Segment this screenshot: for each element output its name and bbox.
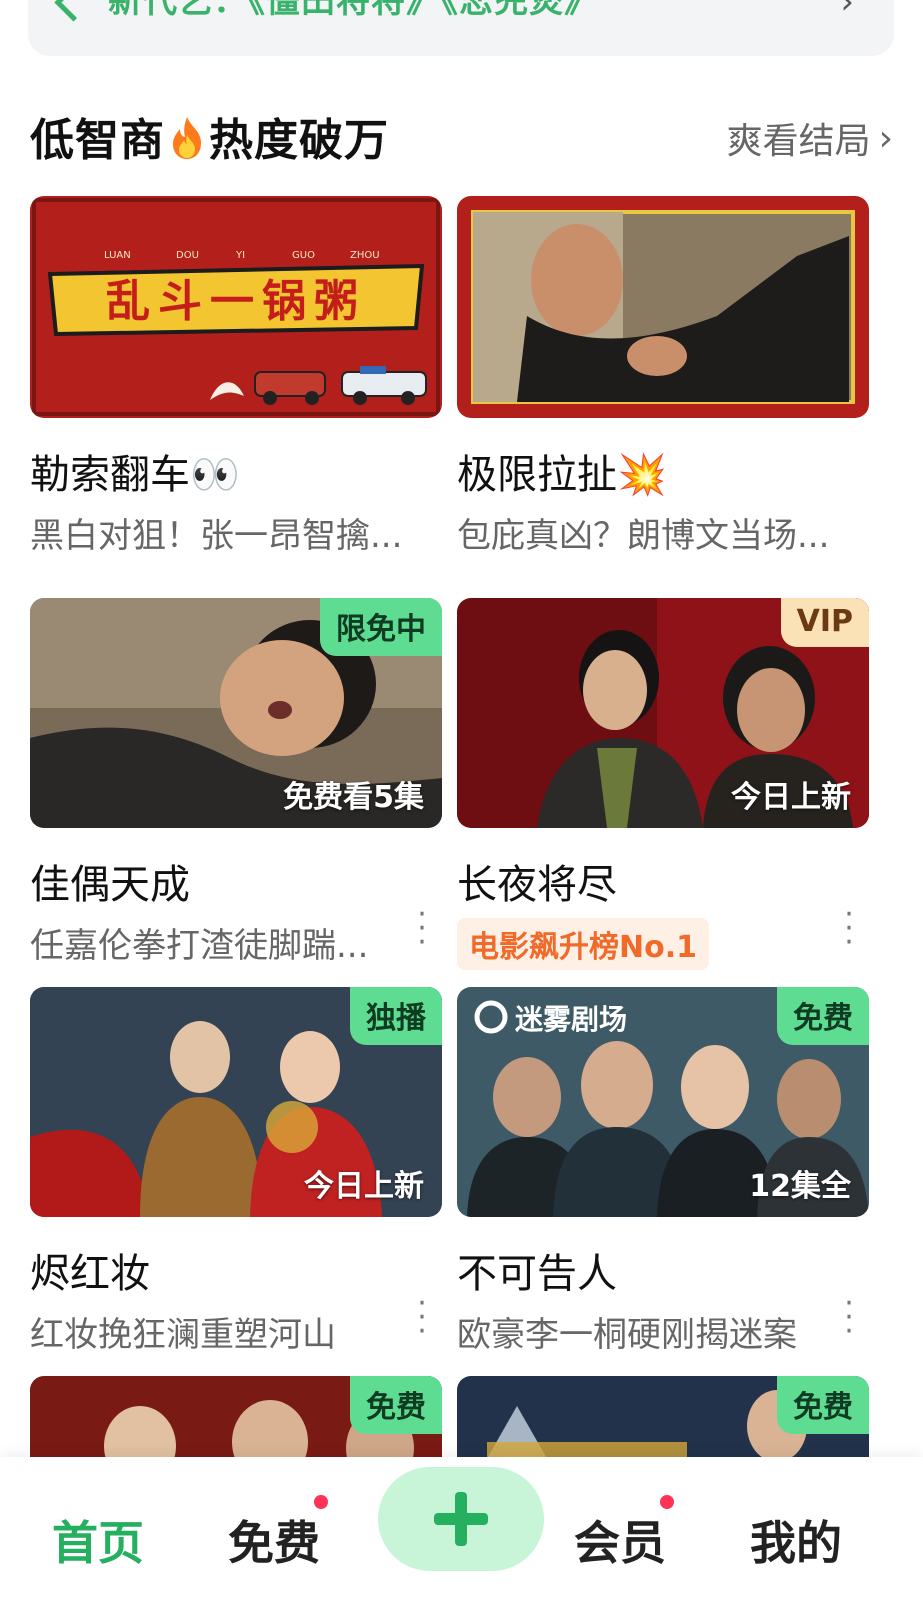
top-banner-text: 新代乞：《僵田将将》《恋兜煲》	[108, 0, 599, 21]
card-title: 不可告人	[457, 1251, 617, 1297]
more-options-icon[interactable]: · · ·	[829, 1289, 869, 1347]
chevron-right-icon: ›	[878, 117, 893, 159]
pinyin-label: YI	[235, 250, 245, 261]
ranking-tag: 电影飙升榜No.1	[457, 918, 709, 970]
video-thumbnail[interactable]: LUAN DOU YI GUO ZHOU 乱斗一锅粥	[30, 196, 442, 418]
thumbnail-headline: 乱斗一锅粥	[106, 276, 366, 327]
add-button[interactable]	[378, 1467, 544, 1571]
card-badge: 免费	[777, 1376, 869, 1434]
section-title-left: 低智商	[30, 115, 165, 166]
video-card[interactable]: 迷雾剧场 免费 12集全 不可告人 欧豪李一桐硬刚揭迷案 · · ·	[457, 987, 869, 1356]
more-options-icon[interactable]: · · ·	[402, 900, 442, 958]
video-thumbnail[interactable]: VIP 今日上新	[457, 598, 869, 828]
thumbnail-image	[457, 196, 869, 418]
notification-dot	[660, 1495, 674, 1509]
pinyin-label: ZHOU	[350, 250, 380, 261]
card-badge: 免费	[777, 987, 869, 1045]
card-title: 长夜将尽	[457, 862, 617, 908]
video-card[interactable]: VIP 今日上新 长夜将尽 电影飙升榜No.1 · · ·	[457, 598, 869, 970]
video-thumbnail[interactable]: 迷雾剧场 免费 12集全	[457, 987, 869, 1217]
section-title-right: 热度破万	[209, 115, 389, 166]
section-more-label: 爽看结局	[726, 121, 871, 162]
card-subtitle: 红妆挽狂澜重塑河山	[30, 1315, 336, 1355]
card-overlay-text: 今日上新	[731, 780, 851, 815]
card-subtitle: 包庇真凶？朗博文当场...	[457, 516, 830, 556]
card-title: 烬红妆	[30, 1251, 150, 1297]
video-card[interactable]: 限免中 免费看5集 佳偶天成 任嘉伦拳打渣徒脚踹... · · ·	[30, 598, 442, 967]
card-subtitle: 黑白对狙！张一昂智擒...	[30, 516, 403, 556]
video-thumbnail[interactable]: 独播 今日上新	[30, 987, 442, 1217]
card-title: 极限拉扯💥	[457, 452, 667, 498]
card-title: 勒索翻车👀	[30, 452, 240, 498]
thumbnail-image: LUAN DOU YI GUO ZHOU 乱斗一锅粥	[30, 196, 442, 418]
card-subtitle: 欧豪李一桐硬刚揭迷案	[457, 1315, 797, 1355]
nav-item-free[interactable]: 免费	[228, 1507, 320, 1573]
card-badge: 独播	[350, 987, 442, 1045]
fire-icon	[173, 117, 201, 159]
notification-dot	[314, 1495, 328, 1509]
pinyin-label: DOU	[176, 250, 199, 261]
nav-item-home[interactable]: 首页	[52, 1507, 144, 1573]
top-banner[interactable]: 新代乞：《僵田将将》《恋兜煲》 ›	[28, 0, 894, 56]
nav-item-mine[interactable]: 我的	[750, 1507, 842, 1573]
video-thumbnail[interactable]: 限免中 免费看5集	[30, 598, 442, 828]
nav-item-vip[interactable]: 会员	[574, 1507, 666, 1573]
card-overlay-text: 免费看5集	[283, 780, 424, 815]
video-card[interactable]: 独播 今日上新 烬红妆 红妆挽狂澜重塑河山 · · ·	[30, 987, 442, 1356]
card-title: 佳偶天成	[30, 862, 190, 908]
chevron-right-icon: ›	[840, 0, 854, 22]
pinyin-label: GUO	[292, 250, 315, 261]
video-thumbnail[interactable]	[457, 196, 869, 418]
vip-badge: VIP	[780, 598, 869, 647]
more-options-icon[interactable]: · · ·	[402, 1289, 442, 1347]
section-more-link[interactable]: 爽看结局 ›	[727, 112, 893, 164]
play-icon	[54, 0, 93, 22]
card-badge: 免费	[350, 1376, 442, 1434]
card-badge: 限免中	[320, 598, 442, 656]
card-overlay-text: 今日上新	[304, 1169, 424, 1204]
card-overlay-text: 12集全	[749, 1169, 851, 1204]
bottom-nav: 首页 免费 会员 我的	[0, 1457, 923, 1617]
more-options-icon[interactable]: · · ·	[829, 900, 869, 958]
brand-label: 迷雾剧场	[515, 1003, 627, 1036]
video-card[interactable]: 极限拉扯💥 包庇真凶？朗博文当场...	[457, 196, 869, 557]
pinyin-label: LUAN	[104, 250, 131, 261]
video-card[interactable]: LUAN DOU YI GUO ZHOU 乱斗一锅粥 勒索翻车👀 黑白对狙！张一…	[30, 196, 442, 557]
plus-icon	[455, 1492, 467, 1546]
section-title: 低智商 热度破万	[30, 104, 389, 168]
card-subtitle: 任嘉伦拳打渣徒脚踹...	[30, 926, 369, 966]
